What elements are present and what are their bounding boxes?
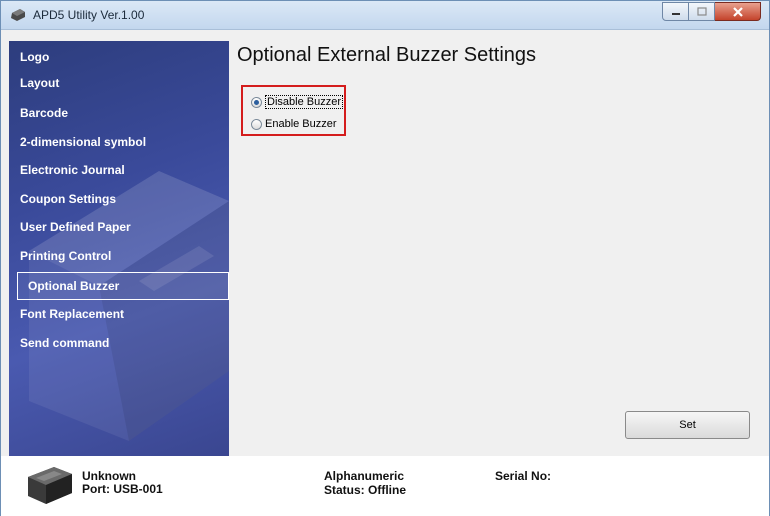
maximize-icon [696,7,707,16]
sidebar-nav: Logo Layout Barcode 2-dimensional symbol… [9,41,229,456]
app-window: APD5 Utility Ver.1.00 Logo Layout Barcod… [0,0,770,516]
sidebar-item-optional-buzzer[interactable]: Optional Buzzer [17,272,229,300]
printer-app-icon [11,9,25,21]
sidebar-item-font-replacement[interactable]: Font Replacement [9,300,229,328]
port-label: Port: USB-001 [82,482,163,496]
sidebar-item-send-command[interactable]: Send command [9,329,229,357]
sidebar-item-printing-control[interactable]: Printing Control [9,242,229,270]
sidebar-item-layout[interactable]: Layout [9,69,229,97]
serial-number-label: Serial No: [495,469,552,483]
red-highlight-annotation [241,85,346,136]
sidebar-item-coupon-settings[interactable]: Coupon Settings [9,185,229,213]
minimize-button[interactable] [662,2,689,21]
close-icon [732,6,743,17]
status-label: Status: Offline [324,483,407,497]
sidebar-item-user-defined-paper[interactable]: User Defined Paper [9,213,229,241]
page-title: Optional External Buzzer Settings [237,44,537,66]
minimize-icon [671,12,680,15]
sidebar-item-electronic-journal[interactable]: Electronic Journal [9,156,229,184]
maximize-button[interactable] [689,2,715,21]
window-title: APD5 Utility Ver.1.00 [33,8,145,22]
set-button[interactable]: Set [625,411,750,439]
sidebar-item-barcode[interactable]: Barcode [9,99,229,127]
font-type-label: Alphanumeric [324,469,405,483]
sidebar-item-2d-symbol[interactable]: 2-dimensional symbol [9,128,229,156]
title-bar: APD5 Utility Ver.1.00 [1,1,769,30]
close-button[interactable] [715,2,761,21]
printer-icon [28,467,72,504]
sidebar-item-logo[interactable]: Logo [9,43,229,71]
